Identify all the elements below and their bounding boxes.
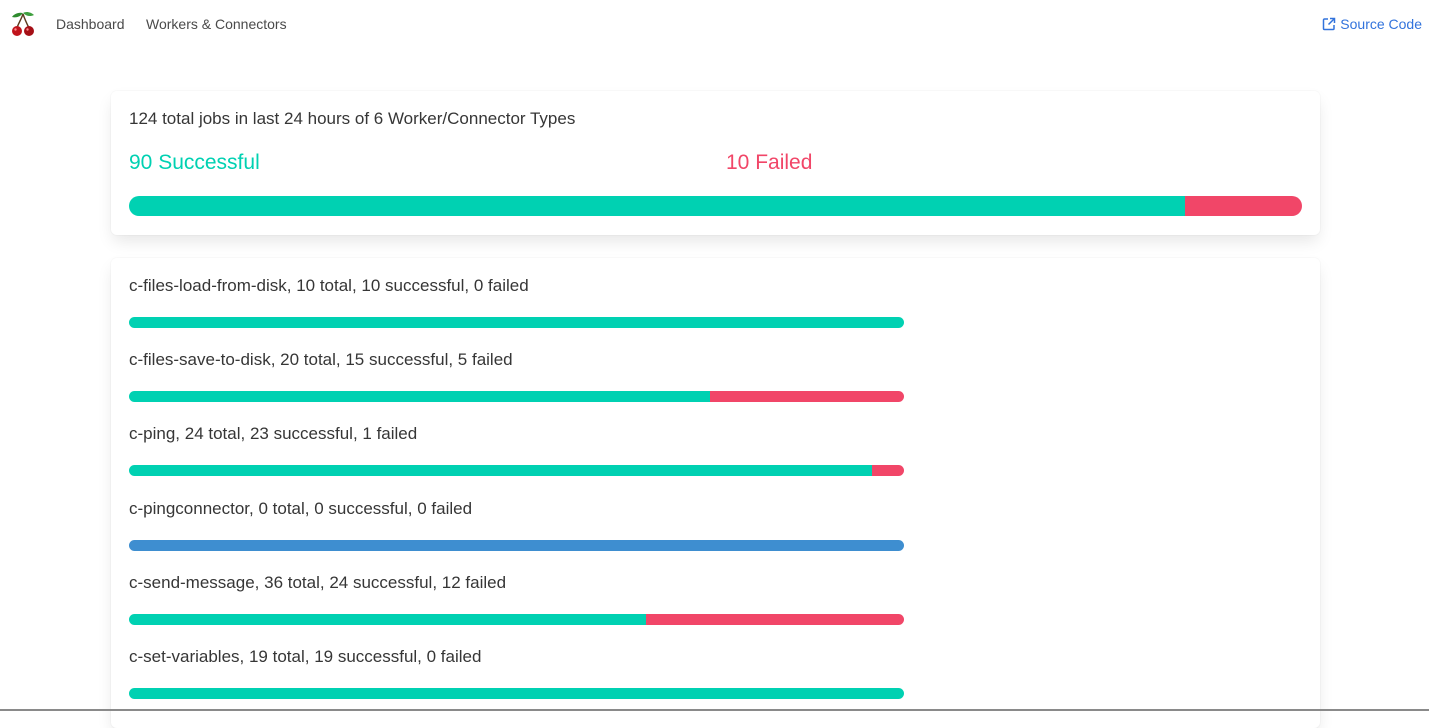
worker-row: c-ping, 24 total, 23 successful, 1 faile…	[129, 424, 904, 484]
worker-label: c-pingconnector, 0 total, 0 successful, …	[129, 498, 473, 518]
worker-failed-segment	[871, 465, 904, 477]
worker-success-segment	[129, 688, 904, 699]
external-link-icon	[1323, 17, 1336, 31]
worker-progress-bar	[129, 391, 904, 403]
worker-empty-segment	[129, 539, 904, 551]
summary-card: 124 total jobs in last 24 hours of 6 Wor…	[111, 91, 1320, 235]
worker-label: c-send-message, 36 total, 24 successful,…	[129, 572, 507, 592]
worker-row: c-files-load-from-disk, 10 total, 10 suc…	[129, 276, 904, 336]
worker-label: c-ping, 24 total, 23 successful, 1 faile…	[129, 424, 418, 444]
worker-row: c-files-save-to-disk, 20 total, 15 succe…	[129, 350, 904, 410]
summary-title: 124 total jobs in last 24 hours of 6 Wor…	[129, 109, 576, 128]
nav-dashboard-link[interactable]: Dashboard	[56, 16, 125, 32]
successful-count: 90 Successful	[129, 151, 260, 174]
worker-failed-segment	[710, 391, 904, 403]
worker-row: c-set-variables, 19 total, 19 successful…	[129, 647, 904, 707]
summary-success-segment	[129, 196, 1185, 216]
nav-workers-connectors-link[interactable]: Workers & Connectors	[146, 16, 287, 32]
worker-label: c-set-variables, 19 total, 19 successful…	[129, 647, 482, 666]
worker-row: c-pingconnector, 0 total, 0 successful, …	[129, 499, 904, 559]
worker-failed-segment	[645, 613, 904, 625]
failed-count: 10 Failed	[726, 151, 813, 174]
worker-label: c-files-save-to-disk, 20 total, 15 succe…	[129, 350, 513, 370]
worker-progress-bar	[129, 539, 904, 551]
worker-progress-bar	[129, 465, 904, 477]
worker-label: c-files-load-from-disk, 10 total, 10 suc…	[129, 276, 529, 295]
workers-card: c-files-load-from-disk, 10 total, 10 suc…	[111, 258, 1320, 728]
top-navbar: Dashboard Workers & Connectors Source Co…	[0, 0, 1429, 48]
summary-progress-bar	[129, 196, 1302, 216]
source-code-label: Source Code	[1340, 16, 1422, 32]
worker-row: c-send-message, 36 total, 24 successful,…	[129, 573, 904, 633]
worker-success-segment	[129, 613, 646, 625]
worker-progress-bar	[129, 688, 904, 699]
cherry-icon[interactable]	[9, 10, 37, 38]
summary-failed-segment	[1184, 196, 1302, 216]
worker-success-segment	[129, 391, 711, 403]
worker-progress-bar	[129, 317, 904, 328]
source-code-link[interactable]: Source Code	[1322, 16, 1422, 32]
worker-success-segment	[129, 317, 904, 328]
worker-progress-bar	[129, 613, 904, 625]
worker-success-segment	[129, 465, 872, 477]
window-bottom-edge	[0, 709, 1429, 711]
